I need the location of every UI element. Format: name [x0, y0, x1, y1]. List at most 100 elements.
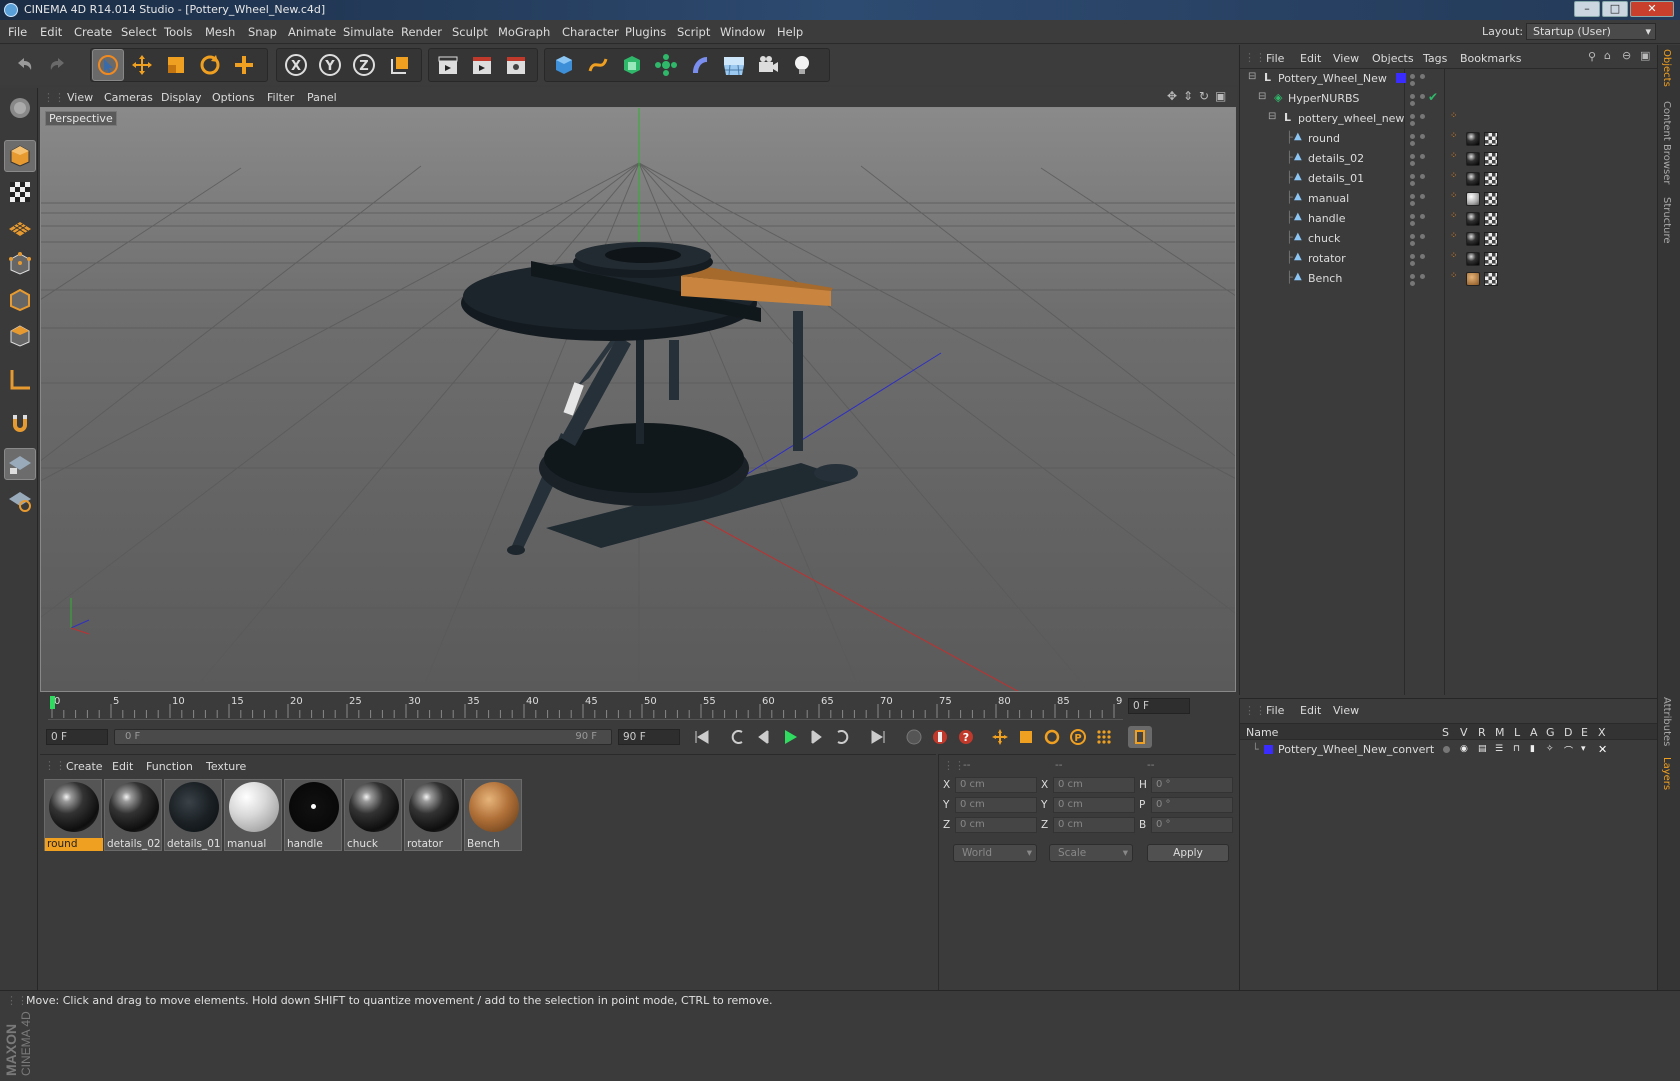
editor-visibility-dot[interactable]	[1410, 94, 1415, 99]
material-tag-icon[interactable]	[1466, 272, 1480, 286]
viewport-menu-cameras[interactable]: Cameras	[104, 91, 153, 104]
uvw-tag-icon[interactable]	[1484, 152, 1498, 166]
material-tag-icon[interactable]	[1466, 172, 1480, 186]
viewport-menu-display[interactable]: Display	[161, 91, 202, 104]
prev-frame-button[interactable]	[752, 726, 776, 748]
render-picture-viewer-button[interactable]	[466, 49, 498, 81]
render-visibility-dot[interactable]	[1410, 141, 1415, 146]
range-slider[interactable]: 0 F 90 F	[114, 729, 612, 745]
apply-button[interactable]: Apply	[1147, 844, 1229, 862]
workplane-lock-button[interactable]	[4, 448, 36, 480]
material-menu-create[interactable]: Create	[66, 760, 103, 773]
menu-help[interactable]: Help	[777, 25, 803, 39]
locked-workplane-button[interactable]	[4, 484, 36, 516]
column-locked[interactable]: L	[1514, 726, 1520, 739]
edges-mode-button[interactable]	[4, 284, 36, 316]
coordinate-mode-dropdown[interactable]: World ▾	[953, 844, 1037, 862]
move-view-icon[interactable]: ✥	[1167, 89, 1177, 103]
menu-mograph[interactable]: MoGraph	[498, 25, 550, 39]
tab-layers[interactable]: Layers	[1661, 757, 1672, 790]
object-name[interactable]: details_02	[1308, 152, 1364, 165]
points-mode-button[interactable]	[4, 248, 36, 280]
viewport-menu-filter[interactable]: Filter	[267, 91, 294, 104]
record-position-button[interactable]	[902, 726, 926, 748]
snap-button[interactable]	[4, 408, 36, 440]
viewport-menu-panel[interactable]: Panel	[307, 91, 337, 104]
recent-tool-button[interactable]	[228, 49, 260, 81]
objects-menu-file[interactable]: File	[1266, 52, 1284, 65]
object-name[interactable]: details_01	[1308, 172, 1364, 185]
menu-sculpt[interactable]: Sculpt	[452, 25, 488, 39]
menu-select[interactable]: Select	[121, 25, 156, 39]
layers-menu-file[interactable]: File	[1266, 704, 1284, 717]
material-swatch[interactable]: Bench	[464, 779, 522, 851]
minimize-button[interactable]: –	[1574, 1, 1600, 17]
render-visibility-dot[interactable]	[1410, 241, 1415, 246]
column-deformers[interactable]: D	[1564, 726, 1572, 739]
column-animation[interactable]: A	[1530, 726, 1538, 739]
layer-dot[interactable]	[1420, 174, 1425, 179]
rotate-view-icon[interactable]: ↻	[1199, 89, 1209, 103]
layer-dot[interactable]	[1420, 94, 1425, 99]
rot-p-field[interactable]: 0 °	[1151, 797, 1233, 813]
next-frame-button[interactable]	[804, 726, 828, 748]
menu-plugins[interactable]: Plugins	[625, 25, 666, 39]
material-tag-icon[interactable]	[1466, 232, 1480, 246]
material-swatch[interactable]: details_01	[164, 779, 222, 851]
objects-menu-edit[interactable]: Edit	[1300, 52, 1321, 65]
key-pla-button[interactable]	[1092, 726, 1116, 748]
object-name[interactable]: Pottery_Wheel_New	[1278, 72, 1387, 85]
menu-mesh[interactable]: Mesh	[205, 25, 235, 39]
object-name[interactable]: rotator	[1308, 252, 1346, 265]
object-name[interactable]: HyperNURBS	[1288, 92, 1359, 105]
pos-y-field[interactable]: 0 cm	[955, 797, 1037, 813]
object-row[interactable]: ⊟ L Pottery_Wheel_New	[1240, 69, 1658, 89]
make-editable-button[interactable]	[4, 92, 36, 124]
phong-tag-icon[interactable]: ⁘	[1450, 171, 1458, 181]
xref-icon[interactable]: ✕	[1598, 743, 1607, 756]
workplane-mode-button[interactable]	[4, 212, 36, 244]
menu-simulate[interactable]: Simulate	[343, 25, 394, 39]
editor-visibility-dot[interactable]	[1410, 134, 1415, 139]
layer-name[interactable]: Pottery_Wheel_New_convert	[1278, 743, 1434, 756]
add-spline-button[interactable]	[582, 49, 614, 81]
layer-dot[interactable]	[1420, 154, 1425, 159]
size-y-field[interactable]: 0 cm	[1053, 797, 1135, 813]
texture-mode-button[interactable]	[4, 176, 36, 208]
editor-visibility-dot[interactable]	[1410, 154, 1415, 159]
close-button[interactable]: ✕	[1630, 1, 1674, 17]
y-axis-lock-button[interactable]: Y	[314, 49, 346, 81]
scene-canvas[interactable]	[41, 108, 1236, 692]
phong-tag-icon[interactable]: ⁘	[1450, 251, 1458, 261]
material-swatch[interactable]: rotator	[404, 779, 462, 851]
editor-visibility-dot[interactable]	[1410, 174, 1415, 179]
scale-tool-button[interactable]	[160, 49, 192, 81]
object-name[interactable]: pottery_wheel_new	[1298, 112, 1404, 125]
playhead-marker[interactable]	[50, 696, 55, 709]
render-visibility-dot[interactable]	[1410, 201, 1415, 206]
column-render[interactable]: R	[1478, 726, 1486, 739]
collapse-toggle-icon[interactable]: ⊟	[1258, 91, 1266, 102]
object-row[interactable]: ├ ▲ rotator ⁘	[1240, 249, 1658, 269]
menu-edit[interactable]: Edit	[40, 25, 62, 39]
phong-tag-icon[interactable]: ⁘	[1450, 231, 1458, 241]
material-menu-function[interactable]: Function	[146, 760, 193, 773]
rotate-tool-button[interactable]	[194, 49, 226, 81]
phong-tag-icon[interactable]: ⁘	[1450, 271, 1458, 281]
uvw-tag-icon[interactable]	[1484, 272, 1498, 286]
uvw-tag-icon[interactable]	[1484, 172, 1498, 186]
object-row[interactable]: ├ ▲ Bench ⁘	[1240, 269, 1658, 289]
x-axis-lock-button[interactable]: X	[280, 49, 312, 81]
layer-dot[interactable]	[1420, 254, 1425, 259]
object-name[interactable]: Bench	[1308, 272, 1342, 285]
start-frame-field[interactable]: 0 F	[46, 729, 108, 745]
add-cube-button[interactable]	[548, 49, 580, 81]
render-icon[interactable]: ▤	[1478, 744, 1487, 754]
tab-attributes[interactable]: Attributes	[1661, 697, 1672, 746]
layers-menu-edit[interactable]: Edit	[1300, 704, 1321, 717]
next-key-button[interactable]	[830, 726, 854, 748]
column-view[interactable]: V	[1460, 726, 1468, 739]
perspective-viewport[interactable]: Perspective	[40, 107, 1236, 692]
undo-button[interactable]	[8, 49, 40, 81]
layer-color-swatch[interactable]	[1264, 745, 1273, 754]
